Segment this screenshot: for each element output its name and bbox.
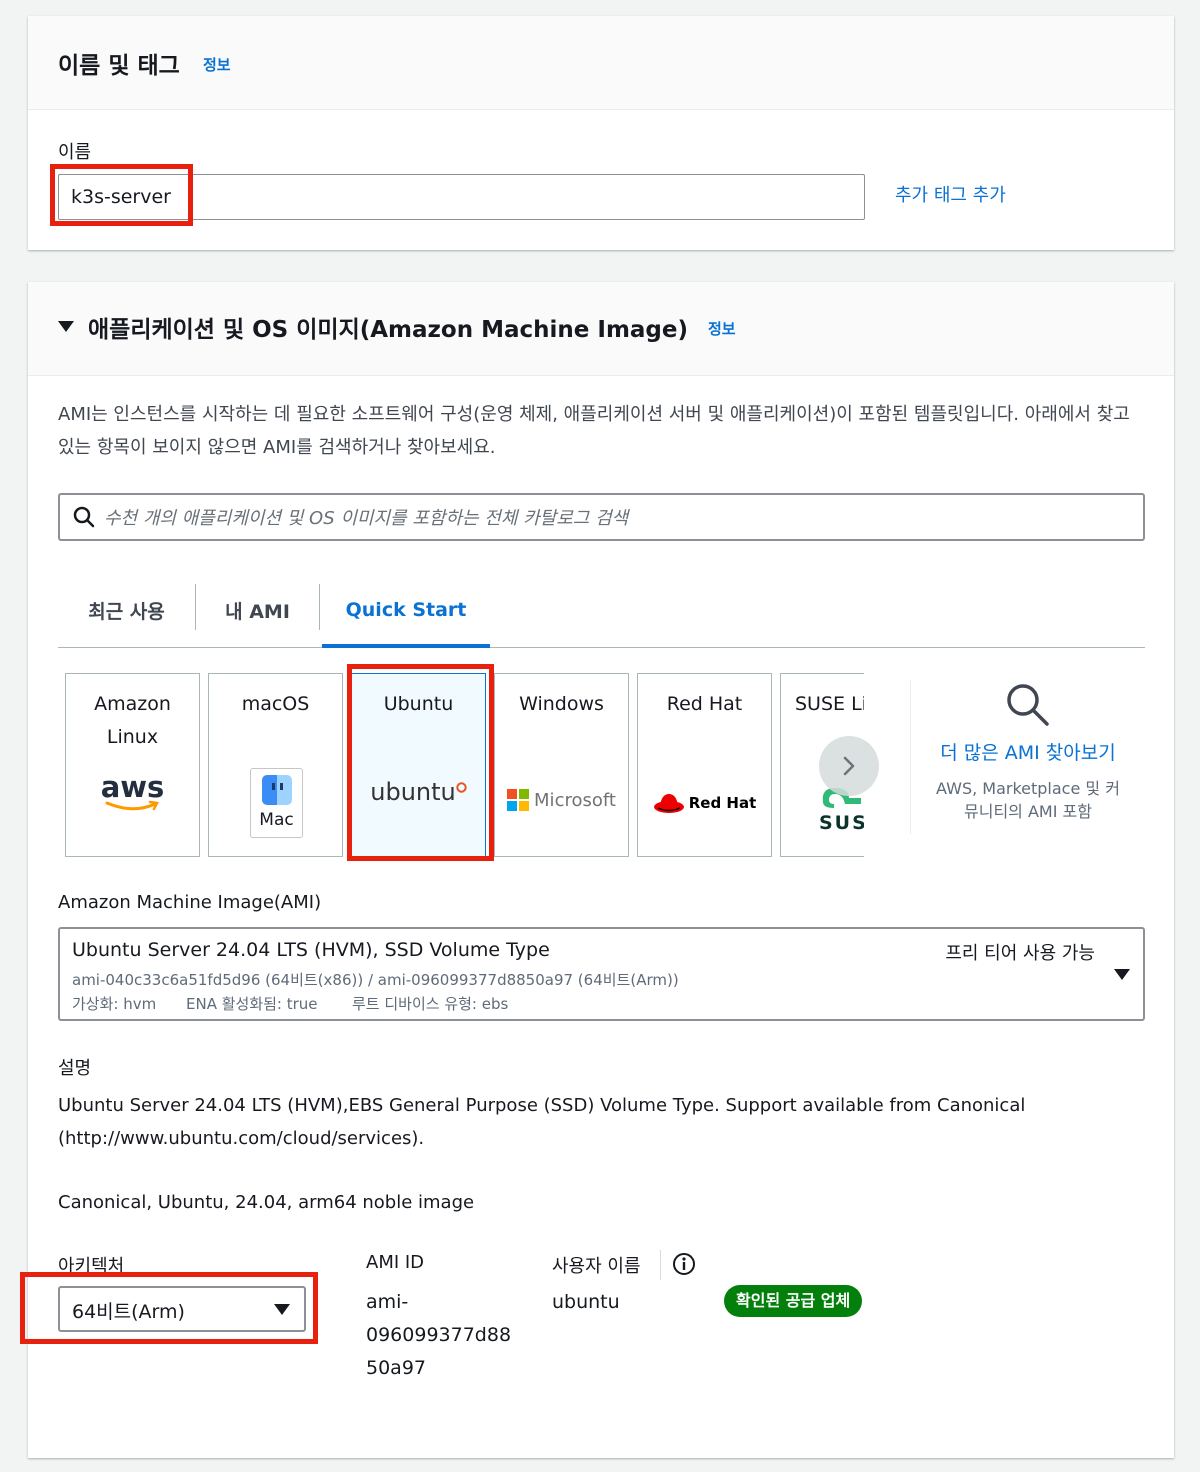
os-card-macos[interactable]: macOS Mac <box>208 673 343 857</box>
os-card-label: Ubuntu <box>383 693 454 715</box>
redhat-logo-icon: Red Hat <box>638 792 771 814</box>
ubuntu-logo-icon: ubuntu <box>352 778 485 806</box>
active-tab-indicator <box>322 644 490 648</box>
ami-selected-root: 루트 디바이스 유형: ebs <box>352 995 509 1013</box>
free-tier-label: 프리 티어 사용 가능 <box>945 943 1095 964</box>
ami-image-line: Canonical, Ubuntu, 24.04, arm64 noble im… <box>58 1192 475 1213</box>
ami-selected-ena: ENA 활성화됨: true <box>186 995 318 1013</box>
arch-dropdown-caret-icon <box>274 1304 290 1315</box>
next-os-button[interactable] <box>819 736 879 796</box>
username-label: 사용자 이름 <box>552 1256 641 1277</box>
os-card-redhat[interactable]: Red Hat Red Hat <box>637 673 772 857</box>
ami-selected-virt: 가상화: hvm <box>72 995 157 1013</box>
verified-provider-badge: 확인된 공급 업체 <box>724 1285 863 1317</box>
ami-search-box[interactable] <box>58 493 1145 541</box>
name-tags-panel: 이름 및 태그 정보 이름 추가 태그 추가 <box>28 16 1174 250</box>
arch-label: 아키텍처 <box>58 1256 125 1277</box>
name-label: 이름 <box>58 142 92 163</box>
aws-logo-icon: aws <box>66 772 199 814</box>
ami-search-input[interactable] <box>104 503 1124 533</box>
browse-more-ami-desc: AWS, Marketplace 및 커 뮤니티의 AMI 포함 <box>936 779 1120 821</box>
username-value: ubuntu <box>552 1291 620 1313</box>
desc-label: 설명 <box>58 1058 92 1079</box>
magnifier-icon <box>1007 684 1049 726</box>
ami-id-label: AMI ID <box>366 1252 425 1273</box>
ami-info-link[interactable]: 정보 <box>708 318 736 339</box>
microsoft-logo-icon: Microsoft <box>495 789 628 811</box>
name-input[interactable] <box>58 174 865 220</box>
os-cards-divider <box>910 680 911 834</box>
ami-header: 애플리케이션 및 OS 이미지(Amazon Machine Image) 정보 <box>28 282 1174 376</box>
collapse-caret-icon[interactable] <box>58 321 74 332</box>
os-card-label: SUSE Li <box>795 693 864 715</box>
tab-my-ami[interactable]: 내 AMI <box>196 572 319 648</box>
tab-quick-start[interactable]: Quick Start <box>320 572 492 648</box>
os-card-label: Amazon Linux <box>94 693 171 748</box>
tab-recent[interactable]: 최근 사용 <box>58 572 195 648</box>
os-card-ubuntu[interactable]: Ubuntu ubuntu <box>351 673 486 857</box>
ami-selected-ids: ami-040c33c6a51fd5d96 (64비트(x86)) / ami-… <box>72 971 679 989</box>
os-card-label: macOS <box>241 693 310 715</box>
ami-desc-text: Ubuntu Server 24.04 LTS (HVM),EBS Genera… <box>58 1095 1026 1149</box>
search-icon <box>73 506 95 528</box>
add-tag-link[interactable]: 추가 태그 추가 <box>895 181 1006 207</box>
mac-logo-icon: Mac <box>250 768 303 838</box>
ami-panel: 애플리케이션 및 OS 이미지(Amazon Machine Image) 정보… <box>20 282 1174 1458</box>
arch-select[interactable]: 64비트(Arm) <box>58 1286 306 1332</box>
ami-id-value: ami- 096099377d88 50a97 <box>366 1291 512 1379</box>
username-divider <box>660 1250 661 1280</box>
info-circle-icon[interactable] <box>672 1252 696 1276</box>
os-card-windows[interactable]: Windows Microsoft <box>494 673 629 857</box>
name-tags-info-link[interactable]: 정보 <box>203 54 231 75</box>
browse-more-ami-link[interactable]: 더 많은 AMI 찾아보기 <box>918 738 1138 765</box>
ami-selected-title: Ubuntu Server 24.04 LTS (HVM), SSD Volum… <box>72 939 550 961</box>
suse-logo-text: SUS <box>819 812 864 834</box>
ami-description: AMI는 인스턴스를 시작하는 데 필요한 소프트웨어 구성(운영 체제, 애플… <box>58 404 1130 458</box>
os-card-amazon-linux[interactable]: Amazon Linux aws <box>65 673 200 857</box>
arch-select-value: 64비트(Arm) <box>72 1301 185 1323</box>
ami-section-title: 애플리케이션 및 OS 이미지(Amazon Machine Image) <box>88 317 689 343</box>
ami-tabs: 최근 사용 내 AMI Quick Start <box>58 572 1145 648</box>
name-tags-header: 이름 및 태그 정보 <box>28 16 1174 110</box>
os-card-label: Windows <box>519 693 604 715</box>
ami-select[interactable]: Ubuntu Server 24.04 LTS (HVM), SSD Volum… <box>58 927 1145 1021</box>
name-tags-title: 이름 및 태그 <box>58 53 180 79</box>
os-card-label: Red Hat <box>666 693 743 715</box>
ami-label: Amazon Machine Image(AMI) <box>58 892 322 913</box>
browse-more-ami[interactable]: 더 많은 AMI 찾아보기 AWS, Marketplace 및 커 뮤니티의 … <box>918 682 1138 823</box>
chevron-right-icon <box>843 756 855 776</box>
dropdown-caret-icon <box>1114 969 1130 980</box>
